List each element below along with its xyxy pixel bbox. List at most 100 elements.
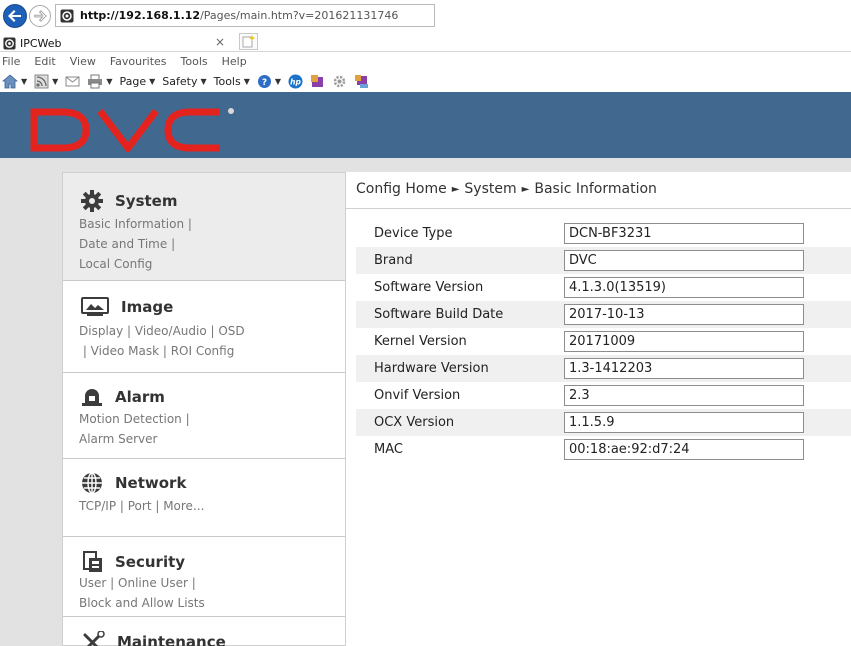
menu-help[interactable]: Help [222, 55, 247, 68]
chevron-down-icon: ▼ [21, 76, 28, 86]
sidebar-section-title[interactable]: Security [81, 551, 185, 573]
sidebar-section-system[interactable]: System Basic Information | Date and Time… [63, 173, 346, 281]
menu-view[interactable]: View [70, 55, 96, 68]
info-label: Device Type [374, 226, 453, 241]
close-tab-icon[interactable]: × [215, 35, 225, 49]
arrow-left-icon [8, 10, 21, 22]
ocx-version-field: 1.1.5.9 [564, 412, 804, 433]
info-row-software-build-date: Software Build Date 2017-10-13 [356, 301, 851, 328]
security-card-icon [83, 551, 102, 572]
hardware-version-field: 1.3-1412203 [564, 358, 804, 379]
tab-ipcweb[interactable]: IPCWeb × [3, 34, 241, 52]
safety-menu-label: Safety [162, 74, 198, 88]
info-row-software-version: Software Version 4.1.3.0(13519) [356, 274, 851, 301]
info-label: Kernel Version [374, 334, 467, 349]
help-button[interactable]: ? ▼ [257, 74, 281, 89]
menu-favourites[interactable]: Favourites [110, 55, 167, 68]
info-label: Onvif Version [374, 388, 461, 403]
print-button[interactable]: ▼ [87, 74, 112, 89]
new-tab-button[interactable] [239, 33, 258, 50]
settings-button[interactable] [332, 74, 347, 89]
menu-file[interactable]: File [2, 55, 20, 68]
software-version-field: 4.1.3.0(13519) [564, 277, 804, 298]
gear-icon [333, 75, 346, 87]
tab-strip: IPCWeb × [0, 32, 851, 52]
chevron-down-icon: ▼ [274, 76, 282, 86]
info-row-hardware-version: Hardware Version 1.3-1412203 [356, 355, 851, 382]
section-links[interactable]: Motion Detection | Alarm Server [79, 409, 190, 449]
tools-icon [83, 631, 105, 646]
browser-command-bar: ▼ ▼ ▼ Page ▼ Safety ▼ Tools ▼ ? ▼ hp [0, 70, 851, 92]
hp-addon-button[interactable]: hp [288, 74, 303, 89]
info-label: Brand [374, 253, 413, 268]
sidebar-section-title[interactable]: Network [81, 472, 186, 494]
section-links[interactable]: TCP/IP | Port | More... [79, 496, 204, 516]
onvif-version-field: 2.3 [564, 385, 804, 406]
sidebar-section-title[interactable]: Image [81, 297, 173, 317]
sidebar-section-title[interactable]: System [81, 190, 177, 212]
sidebar-section-network[interactable]: Network TCP/IP | Port | More... [63, 459, 346, 537]
info-label: Software Version [374, 280, 484, 295]
info-label: Software Build Date [374, 307, 504, 322]
sidebar-section-alarm[interactable]: Alarm Motion Detection | Alarm Server [63, 373, 346, 459]
home-button[interactable]: ▼ [2, 73, 28, 89]
section-title-text: Image [121, 298, 174, 316]
sidebar-section-title[interactable]: Maintenance [81, 631, 226, 646]
onenote-linked-button[interactable] [354, 74, 369, 89]
section-title-text: System [115, 192, 178, 210]
chevron-down-icon: ▼ [243, 76, 250, 86]
app-header [0, 92, 851, 158]
browser-address-bar: http://192.168.1.12/Pages/main.htm?v=201… [0, 0, 851, 32]
mac-address-field: 00:18:ae:92:d7:24 [564, 439, 804, 460]
info-row-mac: MAC 00:18:ae:92:d7:24 [356, 436, 851, 463]
forward-button[interactable] [29, 5, 51, 27]
feeds-icon [34, 74, 49, 88]
info-row-device-type: Device Type DCN-BF3231 [356, 220, 851, 247]
url-input[interactable]: http://192.168.1.12/Pages/main.htm?v=201… [55, 4, 435, 27]
chevron-down-icon: ▼ [106, 76, 113, 86]
page-menu-label: Page [119, 74, 147, 88]
section-title-text: Alarm [115, 388, 165, 406]
onenote-icon [311, 74, 324, 87]
breadcrumb-home[interactable]: Config Home [356, 181, 447, 197]
breadcrumb-section[interactable]: System [464, 181, 516, 197]
section-links[interactable]: User | Online User | Block and Allow Lis… [79, 573, 205, 613]
sidebar-section-image[interactable]: Image Display | Video/Audio | OSD | Vide… [63, 281, 346, 373]
brand-field: DVC [564, 250, 804, 271]
sidebar-section-title[interactable]: Alarm [81, 387, 165, 407]
new-tab-icon [242, 35, 255, 48]
tools-menu[interactable]: Tools ▼ [214, 75, 250, 88]
mail-icon [65, 76, 80, 86]
config-sidebar: System Basic Information | Date and Time… [62, 172, 346, 646]
page-menu[interactable]: Page ▼ [119, 75, 155, 88]
section-title-text: Security [115, 553, 186, 571]
breadcrumb-separator-icon: ► [451, 184, 460, 195]
device-type-field: DCN-BF3231 [564, 223, 804, 244]
safety-menu[interactable]: Safety ▼ [162, 75, 206, 88]
info-row-ocx-version: OCX Version 1.1.5.9 [356, 409, 851, 436]
sidebar-section-maintenance[interactable]: Maintenance [63, 617, 346, 646]
software-build-date-field: 2017-10-13 [564, 304, 804, 325]
chevron-down-icon: ▼ [200, 76, 207, 86]
section-title-text: Network [115, 474, 187, 492]
back-button[interactable] [3, 4, 27, 28]
menu-edit[interactable]: Edit [34, 55, 55, 68]
tools-menu-label: Tools [213, 74, 241, 88]
gear-icon [81, 190, 103, 212]
onenote-icon [355, 74, 369, 88]
info-row-onvif-version: Onvif Version 2.3 [356, 382, 851, 409]
section-links[interactable]: Basic Information | Date and Time | Loca… [79, 214, 192, 274]
menu-tools[interactable]: Tools [181, 55, 208, 68]
registered-mark [228, 108, 234, 114]
tab-title: IPCWeb [20, 36, 62, 50]
sidebar-section-security[interactable]: Security User | Online User | Block and … [63, 537, 346, 617]
mail-button[interactable] [65, 75, 80, 88]
breadcrumb-separator-icon: ► [521, 184, 530, 195]
onenote-addon-button[interactable] [310, 74, 325, 89]
feeds-button[interactable]: ▼ [34, 74, 58, 89]
hp-logo-icon: hp [288, 74, 303, 88]
section-links[interactable]: Display | Video/Audio | OSD | Video Mask… [79, 321, 245, 361]
main-content: Config Home ► System ► Basic Information Dev… [345, 172, 851, 646]
svg-text:hp: hp [290, 77, 301, 86]
breadcrumb: Config Home ► System ► Basic Information [356, 181, 657, 197]
